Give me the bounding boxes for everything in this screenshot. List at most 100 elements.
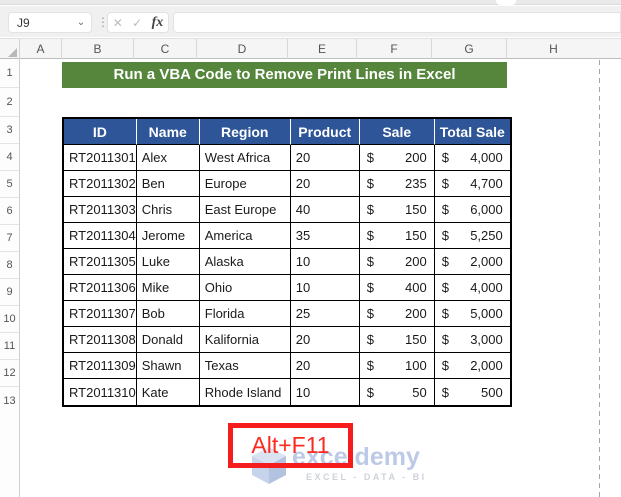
- cell-product[interactable]: 20: [290, 171, 360, 197]
- cell-region[interactable]: Europe: [199, 171, 291, 197]
- row-header-2[interactable]: 2: [0, 88, 19, 117]
- col-header-c[interactable]: C: [134, 39, 197, 59]
- cell-product[interactable]: 20: [290, 353, 360, 379]
- header-total[interactable]: Total Sale: [434, 119, 510, 145]
- cell-total[interactable]: $3,000: [434, 327, 510, 353]
- cell-name[interactable]: Mike: [136, 275, 200, 301]
- cell-name[interactable]: Alex: [136, 145, 200, 171]
- name-box-value[interactable]: J9: [9, 16, 71, 30]
- header-name[interactable]: Name: [136, 119, 200, 145]
- cell-sale[interactable]: $200: [359, 145, 435, 171]
- row-header-7[interactable]: 7: [0, 225, 19, 252]
- table-row: RT2011303 Chris East Europe 40 $150 $6,0…: [64, 197, 510, 223]
- row-header-12[interactable]: 12: [0, 360, 19, 387]
- row-header-10[interactable]: 10: [0, 306, 19, 333]
- cell-product[interactable]: 20: [290, 327, 360, 353]
- row-header-8[interactable]: 8: [0, 252, 19, 279]
- row-header-1[interactable]: 1: [0, 59, 19, 88]
- cell-product[interactable]: 40: [290, 197, 360, 223]
- cell-total[interactable]: $500: [434, 379, 510, 405]
- cell-total[interactable]: $4,000: [434, 145, 510, 171]
- cell-sale[interactable]: $150: [359, 327, 435, 353]
- cell-region[interactable]: Florida: [199, 301, 291, 327]
- cell-name[interactable]: Shawn: [136, 353, 200, 379]
- cell-product[interactable]: 10: [290, 249, 360, 275]
- cell-total[interactable]: $4,700: [434, 171, 510, 197]
- cell-region[interactable]: Rhode Island: [199, 379, 291, 405]
- cell-id[interactable]: RT2011305: [64, 249, 137, 275]
- select-all-corner[interactable]: [0, 39, 20, 59]
- cell-product[interactable]: 25: [290, 301, 360, 327]
- cell-region[interactable]: East Europe: [199, 197, 291, 223]
- cell-id[interactable]: RT2011308: [64, 327, 137, 353]
- fx-icon[interactable]: fx: [152, 15, 164, 31]
- cell-name[interactable]: Donald: [136, 327, 200, 353]
- cell-id[interactable]: RT2011307: [64, 301, 137, 327]
- cell-sale[interactable]: $50: [359, 379, 435, 405]
- cell-sale[interactable]: $400: [359, 275, 435, 301]
- header-id[interactable]: ID: [64, 119, 137, 145]
- cell-total[interactable]: $2,000: [434, 249, 510, 275]
- cell-product[interactable]: 20: [290, 145, 360, 171]
- cell-region[interactable]: Ohio: [199, 275, 291, 301]
- cell-id[interactable]: RT2011302: [64, 171, 137, 197]
- col-header-g[interactable]: G: [432, 39, 507, 59]
- name-box[interactable]: J9 ⌄: [8, 12, 92, 33]
- header-region[interactable]: Region: [199, 119, 291, 145]
- row-header-13[interactable]: 13: [0, 387, 19, 414]
- col-header-d[interactable]: D: [197, 39, 288, 59]
- col-header-a[interactable]: A: [20, 39, 62, 59]
- cell-total[interactable]: $5,000: [434, 301, 510, 327]
- cell-sale[interactable]: $150: [359, 197, 435, 223]
- cell-product[interactable]: 10: [290, 275, 360, 301]
- cell-region[interactable]: Alaska: [199, 249, 291, 275]
- cell-total[interactable]: $6,000: [434, 197, 510, 223]
- row-header-6[interactable]: 6: [0, 198, 19, 225]
- cell-total[interactable]: $2,000: [434, 353, 510, 379]
- cell-sale[interactable]: $150: [359, 223, 435, 249]
- cell-sale[interactable]: $235: [359, 171, 435, 197]
- cell-id[interactable]: RT2011304: [64, 223, 137, 249]
- table-header-row: ID Name Region Product Sale Total Sale: [64, 119, 510, 145]
- cell-region[interactable]: West Africa: [199, 145, 291, 171]
- row-header-11[interactable]: 11: [0, 333, 19, 360]
- shortcut-callout-text: Alt+F11: [251, 432, 330, 458]
- row-header-4[interactable]: 4: [0, 144, 19, 171]
- col-header-f[interactable]: F: [357, 39, 432, 59]
- cell-id[interactable]: RT2011310: [64, 379, 137, 405]
- cell-id[interactable]: RT2011301: [64, 145, 137, 171]
- cell-total[interactable]: $4,000: [434, 275, 510, 301]
- header-product[interactable]: Product: [290, 119, 360, 145]
- title-banner[interactable]: Run a VBA Code to Remove Print Lines in …: [62, 62, 507, 88]
- row-header-3[interactable]: 3: [0, 117, 19, 144]
- cell-sale[interactable]: $100: [359, 353, 435, 379]
- cell-id[interactable]: RT2011306: [64, 275, 137, 301]
- enter-icon[interactable]: ✓: [132, 16, 142, 30]
- cell-id[interactable]: RT2011303: [64, 197, 137, 223]
- cell-region[interactable]: America: [199, 223, 291, 249]
- col-header-e[interactable]: E: [288, 39, 357, 59]
- col-header-b[interactable]: B: [62, 39, 134, 59]
- cell-sale[interactable]: $200: [359, 249, 435, 275]
- formula-bar: J9 ⌄ ⋮ ✕ ✓ fx: [0, 6, 621, 37]
- cell-product[interactable]: 10: [290, 379, 360, 405]
- cell-name[interactable]: Luke: [136, 249, 200, 275]
- row-header-5[interactable]: 5: [0, 171, 19, 198]
- cell-name[interactable]: Ben: [136, 171, 200, 197]
- cell-name[interactable]: Chris: [136, 197, 200, 223]
- col-header-h[interactable]: H: [507, 39, 600, 59]
- chevron-down-icon[interactable]: ⌄: [71, 17, 91, 28]
- formula-input[interactable]: [173, 12, 621, 33]
- cell-name[interactable]: Jerome: [136, 223, 200, 249]
- header-sale[interactable]: Sale: [359, 119, 435, 145]
- cell-product[interactable]: 35: [290, 223, 360, 249]
- cell-name[interactable]: Bob: [136, 301, 200, 327]
- row-header-9[interactable]: 9: [0, 279, 19, 306]
- cell-total[interactable]: $5,250: [434, 223, 510, 249]
- cell-name[interactable]: Kate: [136, 379, 200, 405]
- cell-region[interactable]: Kalifornia: [199, 327, 291, 353]
- cancel-icon[interactable]: ✕: [113, 16, 123, 30]
- cell-region[interactable]: Texas: [199, 353, 291, 379]
- cell-id[interactable]: RT2011309: [64, 353, 137, 379]
- cell-sale[interactable]: $200: [359, 301, 435, 327]
